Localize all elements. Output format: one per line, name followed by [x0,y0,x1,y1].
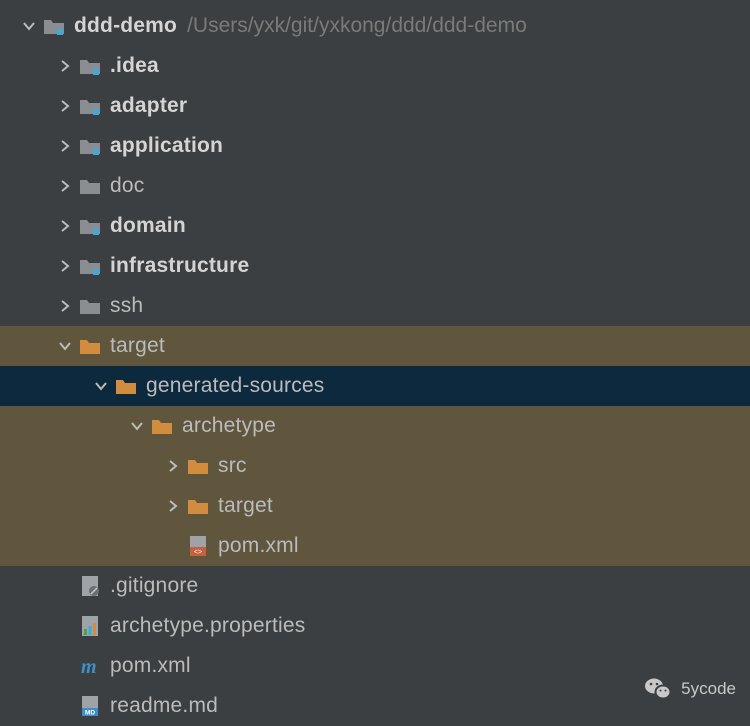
tree-row[interactable]: ssh [0,286,750,326]
chevron-down-icon[interactable] [54,335,76,357]
svg-text:MD: MD [85,710,95,717]
tree-item-label: target [218,494,273,518]
module-folder-icon [78,254,102,278]
tree-item-label: generated-sources [146,374,325,398]
tree-item-label: pom.xml [110,654,191,678]
svg-text:m: m [81,656,97,677]
maven-file-icon: m [78,654,102,678]
tree-row[interactable]: adapter [0,86,750,126]
chevron-right-icon[interactable] [54,175,76,197]
tree-row[interactable]: <> pom.xml [0,526,750,566]
folder-orange-icon [114,374,138,398]
tree-row[interactable]: .idea [0,46,750,86]
arrow-spacer [54,615,76,637]
module-folder-icon [42,14,66,38]
chevron-down-icon[interactable] [90,375,112,397]
arrow-spacer [54,575,76,597]
tree-item-label: pom.xml [218,534,299,558]
tree-row[interactable]: src [0,446,750,486]
chevron-right-icon[interactable] [54,135,76,157]
tree-item-label: .idea [110,54,159,78]
tree-row[interactable]: .gitignore [0,566,750,606]
md-file-icon: MD [78,694,102,718]
tree-item-label: adapter [110,94,187,118]
chevron-right-icon[interactable] [54,55,76,77]
tree-row[interactable]: domain [0,206,750,246]
chevron-right-icon[interactable] [54,95,76,117]
tree-row[interactable]: target [0,326,750,366]
chevron-down-icon[interactable] [18,15,40,37]
gitignore-file-icon [78,574,102,598]
tree-row-root[interactable]: ddd-demo /Users/yxk/git/yxkong/ddd/ddd-d… [0,6,750,46]
watermark: 5ycode [643,674,736,704]
wechat-icon [643,674,673,704]
tree-item-label: ddd-demo [74,14,177,38]
module-folder-icon [78,214,102,238]
module-folder-icon [78,134,102,158]
arrow-spacer [54,655,76,677]
tree-row[interactable]: generated-sources [0,366,750,406]
folder-orange-icon [186,454,210,478]
module-folder-icon [78,54,102,78]
module-folder-icon [78,94,102,118]
tree-item-label: archetype.properties [110,614,305,638]
tree-item-label: doc [110,174,144,198]
chevron-right-icon[interactable] [54,255,76,277]
folder-orange-icon [186,494,210,518]
arrow-spacer [162,535,184,557]
chevron-right-icon[interactable] [54,295,76,317]
tree-row[interactable]: application [0,126,750,166]
tree-item-label: ssh [110,294,143,318]
chevron-right-icon[interactable] [162,455,184,477]
props-file-icon [78,614,102,638]
folder-orange-icon [150,414,174,438]
tree-item-label: .gitignore [110,574,198,598]
tree-row[interactable]: archetype.properties [0,606,750,646]
arrow-spacer [54,695,76,717]
project-path: /Users/yxk/git/yxkong/ddd/ddd-demo [187,14,527,38]
svg-text:<>: <> [194,549,202,556]
tree-item-label: domain [110,214,186,238]
watermark-label: 5ycode [681,679,736,699]
project-tree: ddd-demo /Users/yxk/git/yxkong/ddd/ddd-d… [0,0,750,726]
tree-item-label: target [110,334,165,358]
tree-row[interactable]: doc [0,166,750,206]
tree-row[interactable]: target [0,486,750,526]
folder-grey-icon [78,174,102,198]
tree-item-label: archetype [182,414,276,438]
chevron-right-icon[interactable] [162,495,184,517]
tree-item-label: src [218,454,247,478]
xml-file-icon: <> [186,534,210,558]
tree-row[interactable]: MD readme.md [0,686,750,726]
tree-row[interactable]: infrastructure [0,246,750,286]
tree-item-label: infrastructure [110,254,249,278]
chevron-down-icon[interactable] [126,415,148,437]
tree-row[interactable]: m pom.xml [0,646,750,686]
tree-item-label: readme.md [110,694,218,718]
folder-grey-icon [78,294,102,318]
chevron-right-icon[interactable] [54,215,76,237]
folder-orange-icon [78,334,102,358]
tree-item-label: application [110,134,223,158]
tree-row[interactable]: archetype [0,406,750,446]
